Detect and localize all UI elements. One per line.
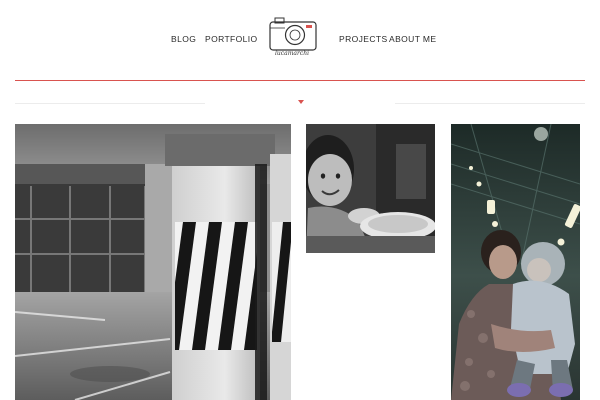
logo-wordmark: lucamarchi: [275, 50, 309, 57]
gallery-photo-parking-garage[interactable]: [15, 124, 291, 400]
left-subdivider: [15, 103, 205, 104]
caret-down-icon: [298, 100, 304, 104]
header-divider: [15, 80, 585, 81]
nav-about-me-link[interactable]: ABOUT ME: [389, 34, 436, 44]
gallery-photo-smiling-child[interactable]: [306, 124, 435, 253]
nav-blog-link[interactable]: BLOG: [171, 34, 196, 44]
site-logo[interactable]: lucamarchi: [266, 14, 320, 60]
nav-projects-link[interactable]: PROJECTS: [339, 34, 388, 44]
camera-icon: [269, 17, 317, 51]
right-subdivider: [395, 103, 585, 104]
gallery-photo-woman-holding-baby[interactable]: [451, 124, 580, 400]
top-navigation: BLOG PORTFOLIO lucamarchi PROJECTS ABOUT…: [0, 0, 600, 80]
nav-portfolio-link[interactable]: PORTFOLIO: [205, 34, 258, 44]
